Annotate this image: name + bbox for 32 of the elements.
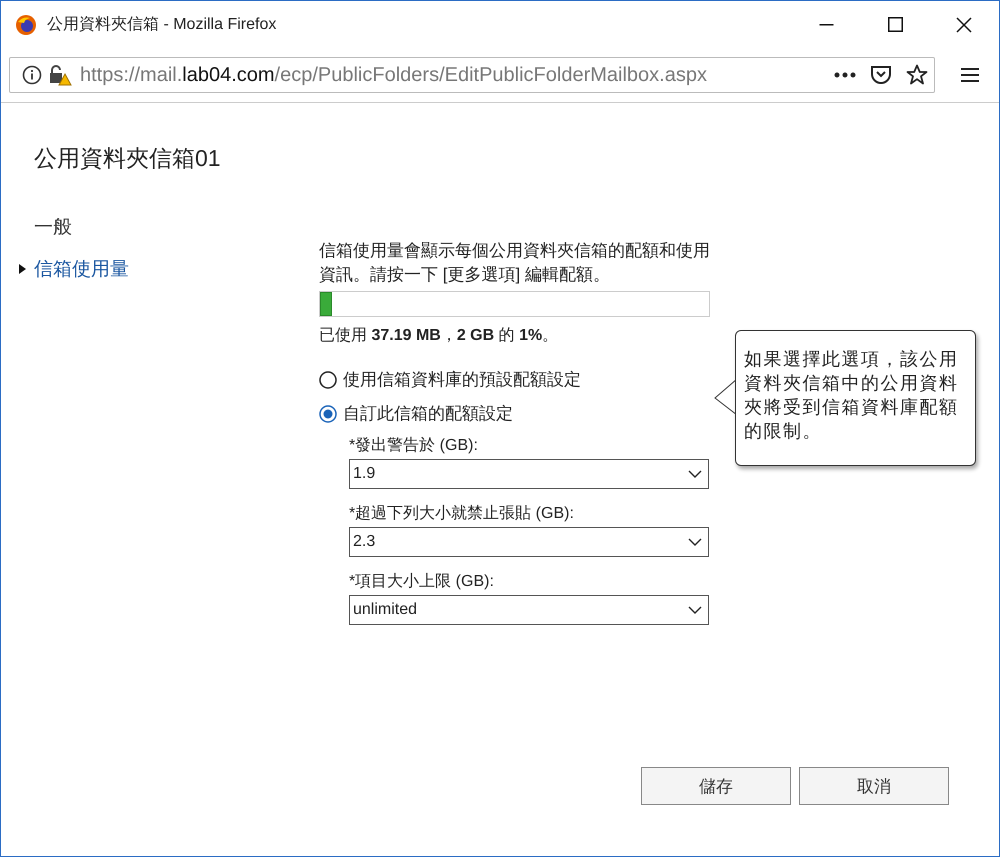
- nav-item[interactable]: 信箱使用量: [34, 256, 129, 282]
- quota-dropdown[interactable]: unlimited: [349, 595, 709, 625]
- window-title: 公用資料夾信箱 - Mozilla Firefox: [47, 14, 278, 35]
- menu-icon[interactable]: [961, 67, 979, 83]
- chevron-down-icon[interactable]: [688, 538, 702, 546]
- star-icon[interactable]: [906, 64, 928, 86]
- more-icon[interactable]: [834, 72, 856, 78]
- nav-item[interactable]: 一般: [34, 214, 72, 240]
- cancel-button[interactable]: 取消: [799, 767, 949, 805]
- browser-logo-icon: [15, 14, 37, 36]
- insecure-lock-icon[interactable]: [48, 64, 72, 86]
- address-bar[interactable]: https://mail.lab04.com/ecp/PublicFolders/EditPublicFolderMailbox.aspx: [9, 57, 935, 93]
- caret-icon: [19, 264, 26, 274]
- save-button[interactable]: 儲存: [641, 767, 791, 805]
- pocket-icon[interactable]: [870, 65, 892, 85]
- chevron-down-icon[interactable]: [688, 470, 702, 478]
- intro-text: 信箱使用量會顯示每個公用資料夾信箱的配額和使用資訊。請按一下 [更多選項] 編輯配額。: [319, 240, 711, 286]
- page-heading: 公用資料夾信箱01: [34, 144, 222, 173]
- quota-dropdown[interactable]: 1.9: [349, 459, 709, 489]
- tooltip: 如果選擇此選項，該公用資料夾信箱中的公用資料夾將受到信箱資料庫配額的限制。: [735, 330, 976, 466]
- chevron-down-icon[interactable]: [688, 606, 702, 614]
- url-text: https://mail.lab04.com/ecp/PublicFolders/EditPublicFolderMailbox.aspx: [80, 64, 708, 86]
- field-label: *超過下列大小就禁止張貼 (GB):: [349, 504, 575, 524]
- info-icon[interactable]: [22, 65, 42, 85]
- radio-button[interactable]: [319, 404, 337, 422]
- field-label: *項目大小上限 (GB):: [349, 572, 495, 592]
- field-label: *發出警告於 (GB):: [349, 436, 479, 456]
- radio-button[interactable]: [319, 370, 337, 388]
- quota-dropdown[interactable]: 2.3: [349, 527, 709, 557]
- radio-label[interactable]: 使用信箱資料庫的預設配額設定: [343, 368, 581, 391]
- radio-label[interactable]: 自訂此信箱的配額設定: [343, 402, 513, 425]
- usage-text: 已使用 37.19 MB，2 GB 的 1%。: [319, 326, 560, 346]
